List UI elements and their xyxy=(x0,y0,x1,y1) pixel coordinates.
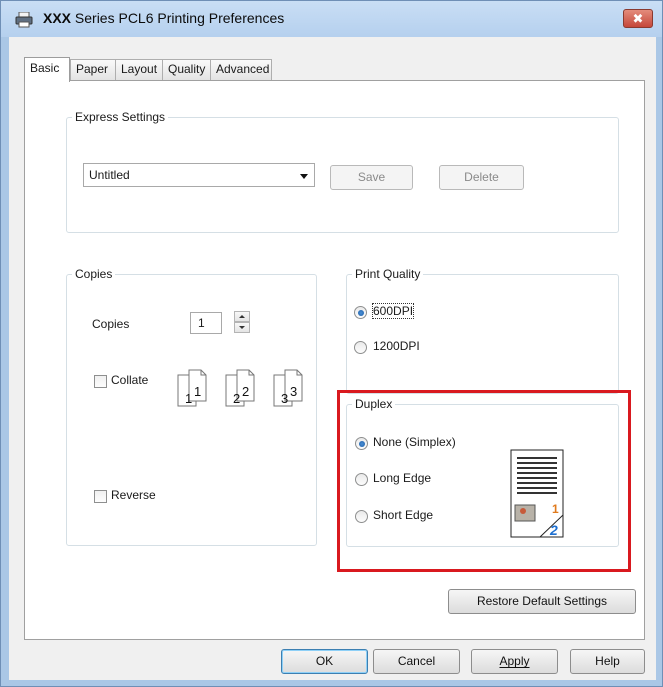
save-button[interactable]: Save xyxy=(330,165,413,190)
printing-preferences-window: XXX Series PCL6 Printing Preferences ✖ B… xyxy=(0,0,663,687)
express-settings-dropdown[interactable]: Untitled xyxy=(83,163,315,187)
decrement-arrow-icon[interactable] xyxy=(234,322,250,333)
tab-advanced-label: Advanced xyxy=(216,62,270,76)
copies-label: Copies xyxy=(92,317,130,331)
restore-default-settings-label: Restore Default Settings xyxy=(476,594,608,608)
tab-quality-label: Quality xyxy=(168,62,206,76)
apply-button[interactable]: Apply xyxy=(471,649,558,674)
tab-basic-label: Basic xyxy=(30,61,60,75)
close-icon: ✖ xyxy=(632,11,644,26)
radio-600dpi[interactable] xyxy=(354,306,367,319)
collate-sheet-1-front: 1 xyxy=(194,384,201,399)
printer-icon xyxy=(15,12,33,28)
cancel-button-label: Cancel xyxy=(397,654,436,668)
collate-sheet-3-front: 3 xyxy=(290,384,297,399)
radio-1200dpi[interactable] xyxy=(354,341,367,354)
collate-sheet-2-front: 2 xyxy=(242,384,249,399)
tab-basic[interactable]: Basic xyxy=(24,57,70,82)
collate-sheet-2-back: 2 xyxy=(233,391,240,406)
tab-quality[interactable]: Quality xyxy=(162,59,211,80)
copies-value: 1 xyxy=(198,316,205,330)
tab-layout[interactable]: Layout xyxy=(115,59,163,80)
restore-default-settings-button[interactable]: Restore Default Settings xyxy=(448,589,636,614)
chevron-down-icon xyxy=(300,174,308,179)
close-button[interactable]: ✖ xyxy=(623,9,653,28)
tab-advanced[interactable]: Advanced xyxy=(210,59,272,80)
help-button-label: Help xyxy=(595,654,620,668)
collate-sheet-1-back: 1 xyxy=(185,391,192,406)
window-title-text: Series PCL6 Printing Preferences xyxy=(74,10,285,26)
collate-sheet-3-back: 3 xyxy=(281,391,288,406)
collate-checkbox[interactable] xyxy=(94,375,107,388)
collate-label: Collate xyxy=(111,373,149,387)
copies-stepper[interactable] xyxy=(234,311,250,333)
tab-paper[interactable]: Paper xyxy=(70,59,116,80)
cancel-button[interactable]: Cancel xyxy=(373,649,460,674)
apply-button-label: Apply xyxy=(499,654,530,668)
window-title: XXX Series PCL6 Printing Preferences xyxy=(43,10,284,26)
window-title-model: XXX xyxy=(43,10,72,26)
tab-paper-label: Paper xyxy=(76,62,109,76)
save-button-label: Save xyxy=(357,170,386,184)
duplex-highlight-box xyxy=(337,390,631,572)
express-settings-value: Untitled xyxy=(89,168,130,182)
dialog-body: Basic Paper Layout Quality Advanced Expr… xyxy=(9,37,656,680)
reverse-label: Reverse xyxy=(111,488,156,502)
reverse-checkbox[interactable] xyxy=(94,490,107,503)
delete-button[interactable]: Delete xyxy=(439,165,524,190)
print-quality-legend: Print Quality xyxy=(355,267,421,281)
help-button[interactable]: Help xyxy=(570,649,645,674)
tab-layout-label: Layout xyxy=(121,62,158,76)
label-1200dpi: 1200DPI xyxy=(373,339,420,353)
label-600dpi: 600DPI xyxy=(371,303,415,319)
copies-legend: Copies xyxy=(75,267,113,281)
ok-button-label: OK xyxy=(315,654,334,668)
title-bar[interactable]: XXX Series PCL6 Printing Preferences ✖ xyxy=(1,1,662,37)
copies-input[interactable]: 1 xyxy=(190,312,222,334)
ok-button[interactable]: OK xyxy=(281,649,368,674)
delete-button-label: Delete xyxy=(464,170,499,184)
collate-sheets-icon: 1 1 2 2 3 3 xyxy=(177,369,303,407)
increment-arrow-icon[interactable] xyxy=(234,311,250,322)
express-settings-legend: Express Settings xyxy=(75,110,166,124)
print-quality-group: Print Quality xyxy=(346,267,619,394)
